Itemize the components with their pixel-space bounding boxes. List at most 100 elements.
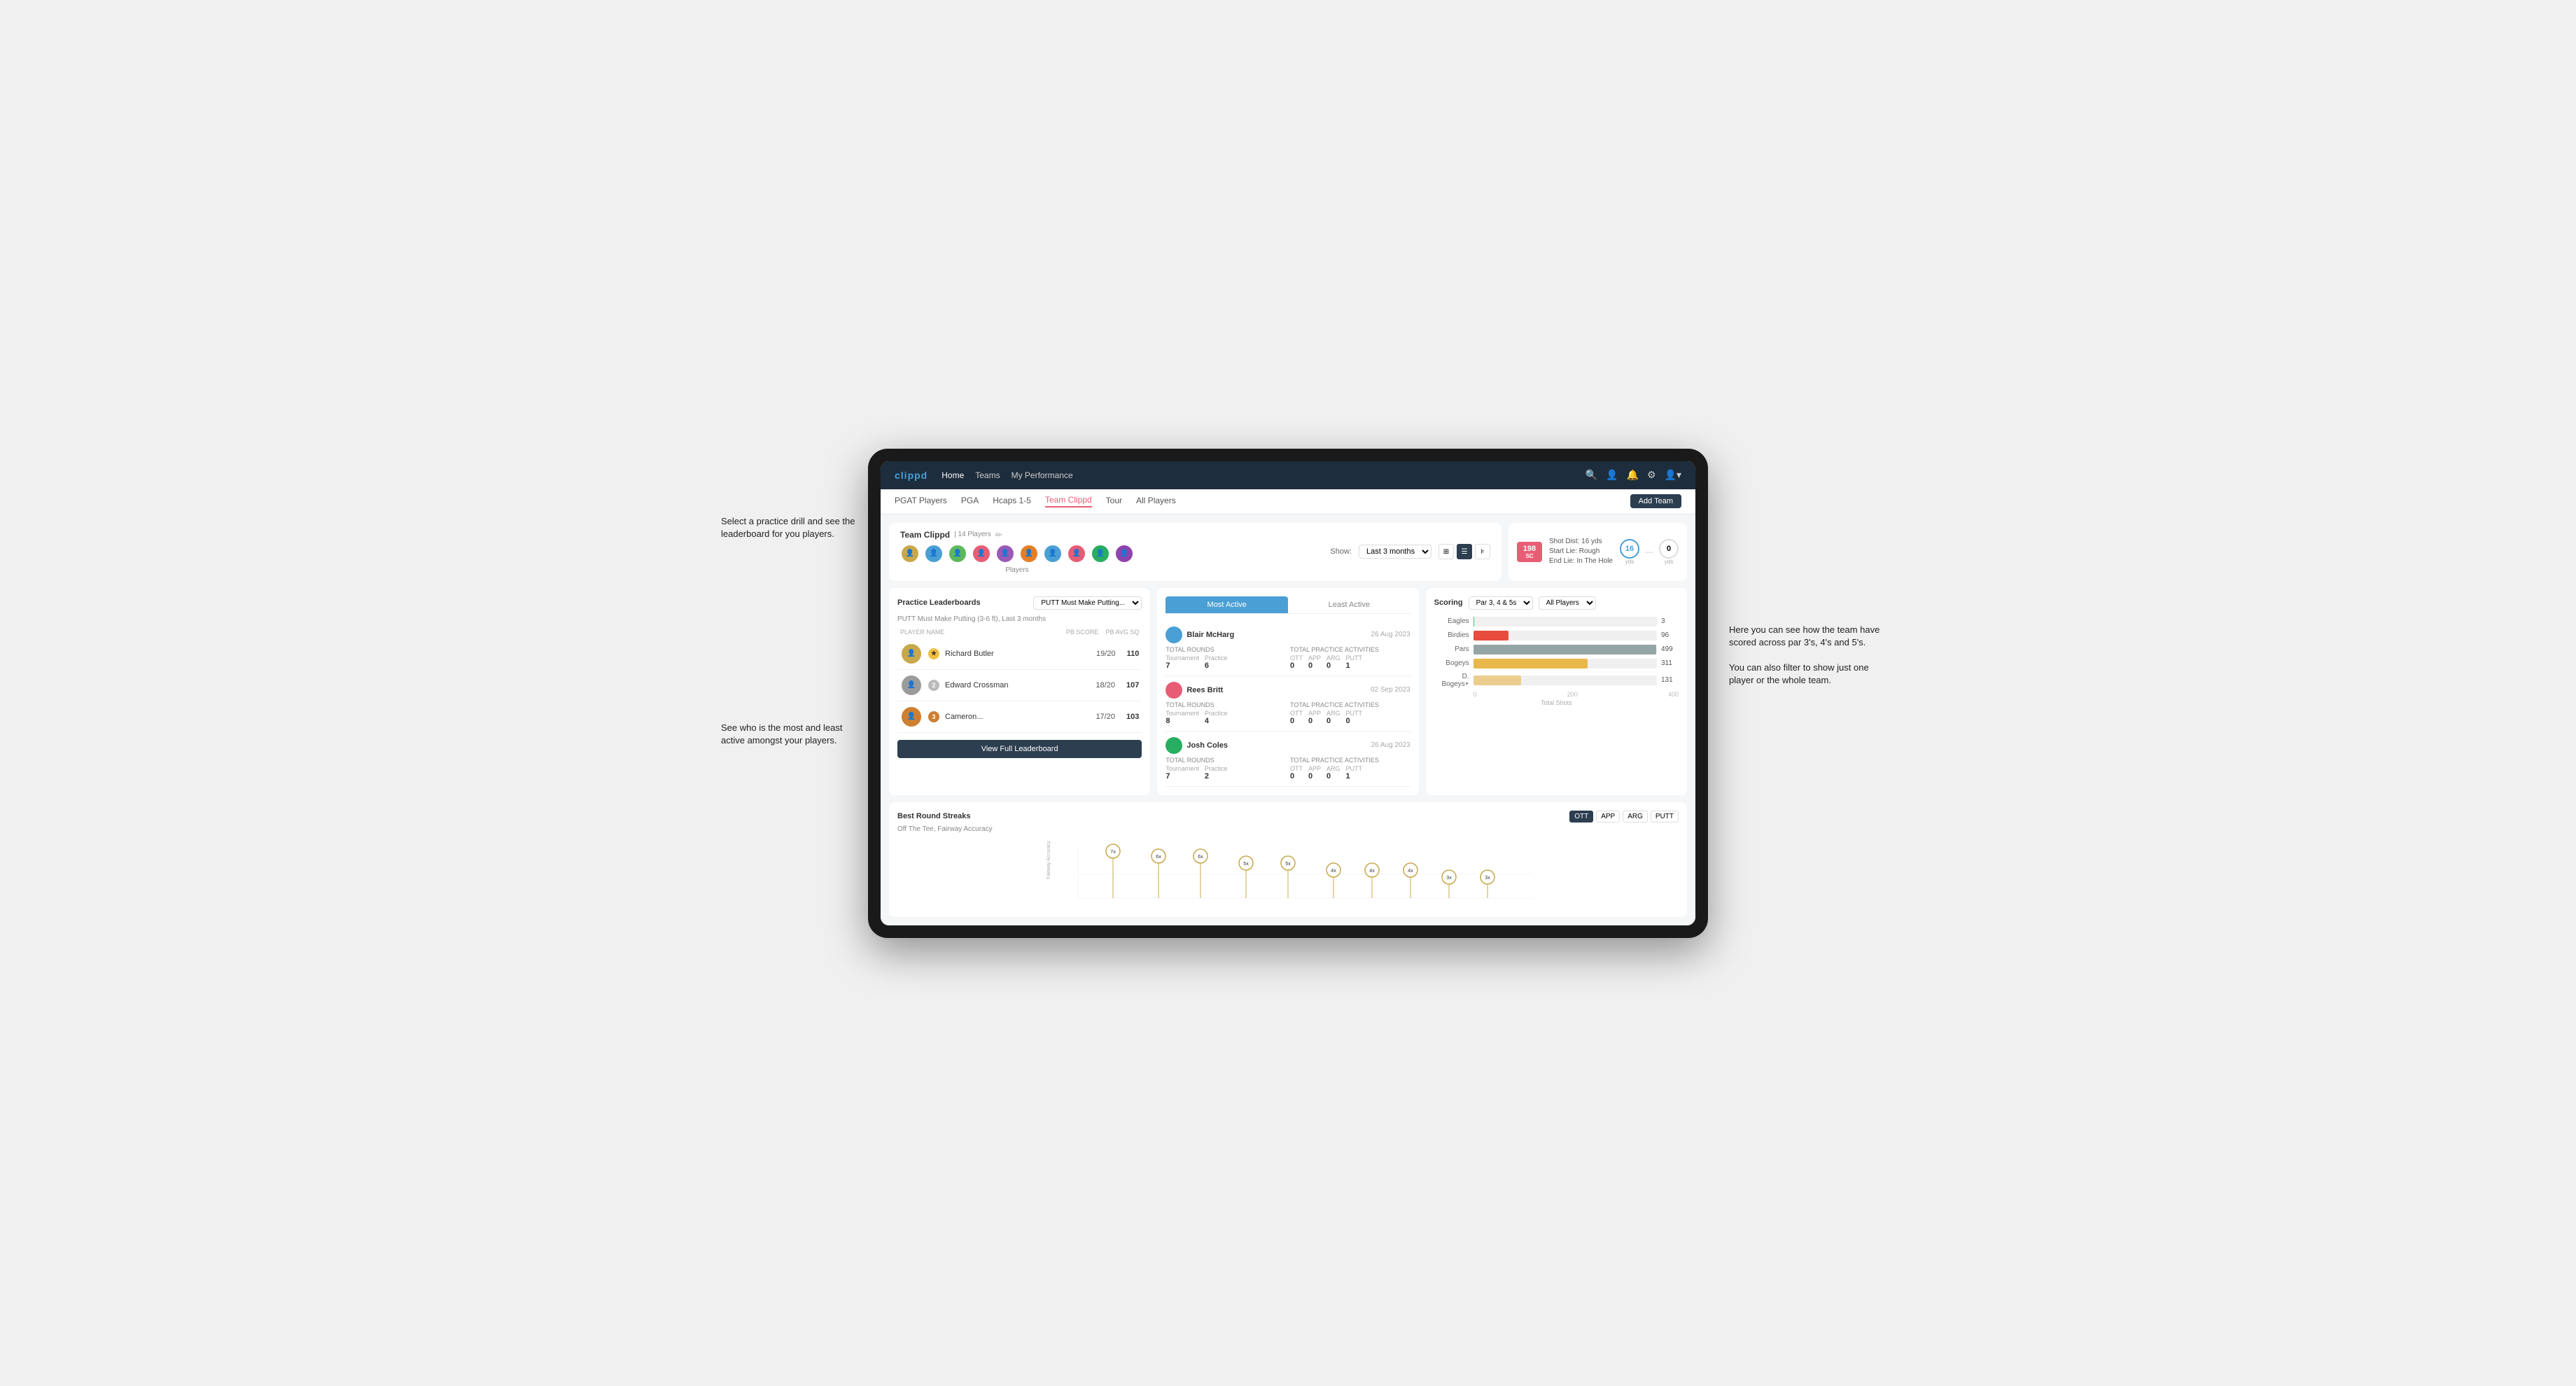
avatar[interactable]: 👤 (948, 544, 967, 564)
activity-stats-1: Total Rounds Tournament 7 Practice (1166, 646, 1410, 670)
svg-text:5x: 5x (1243, 862, 1249, 867)
btn-app[interactable]: APP (1596, 811, 1620, 822)
navbar-right: 🔍 👤 🔔 ⚙ 👤▾ (1586, 469, 1681, 481)
app-logo: clippd (895, 470, 927, 481)
avatar: 👤 (900, 643, 923, 665)
team-title: Team Clippd (900, 530, 950, 540)
annotation-top-right: Here you can see how the team have score… (1729, 624, 1883, 687)
bar-row-pars: Pars 499 (1434, 645, 1679, 654)
lb-row: 👤 ★ Richard Butler 19/20 110 (897, 638, 1142, 670)
avatar: 👤 (900, 706, 923, 728)
avatar[interactable]: 👤 (1091, 544, 1110, 564)
subnav-team-clippd[interactable]: Team Clippd (1045, 495, 1092, 507)
bar-row-d-bogeys: D. Bogeys+ 131 (1434, 673, 1679, 688)
streak-chart-svg: Fairway Accuracy 7x (897, 839, 1679, 909)
drill-select[interactable]: PUTT Must Make Putting... (1033, 596, 1142, 610)
search-icon[interactable]: 🔍 (1586, 469, 1597, 481)
avatar[interactable]: 👤 (1114, 544, 1134, 564)
btn-ott[interactable]: OTT (1569, 811, 1593, 822)
player-name-row: Blair McHarg (1166, 626, 1234, 643)
leaderboard-title: Practice Leaderboards (897, 598, 981, 607)
bar-value: 499 (1661, 645, 1679, 653)
player-activity-3: Josh Coles 26 Aug 2023 Total Rounds Tour… (1166, 732, 1410, 787)
tab-least-active[interactable]: Least Active (1288, 596, 1410, 613)
scoring-filter-players[interactable]: All Players (1539, 596, 1596, 610)
subnav-tour[interactable]: Tour (1106, 496, 1122, 507)
total-rounds-label: Total Rounds (1166, 646, 1286, 653)
bar-track (1474, 645, 1657, 654)
svg-text:Fairway Accuracy: Fairway Accuracy (1046, 840, 1051, 878)
score-num-2: 0 yds (1659, 539, 1679, 565)
bar-row-eagles: Eagles 3 (1434, 617, 1679, 626)
show-select[interactable]: Last 3 months Last 6 months Last year (1359, 545, 1432, 559)
avatar[interactable]: 👤 (1043, 544, 1063, 564)
subnav-all-players[interactable]: All Players (1136, 496, 1176, 507)
practice-activities-group: Total Practice Activities OTT0 APP0 ARG0… (1290, 757, 1410, 780)
tablet-frame: clippd Home Teams My Performance 🔍 👤 🔔 ⚙… (868, 449, 1708, 938)
practice-activities-label: Total Practice Activities (1290, 646, 1410, 653)
subnav-pga[interactable]: PGA (961, 496, 979, 507)
three-cols: Practice Leaderboards PUTT Must Make Put… (889, 588, 1687, 795)
subnav-hcaps[interactable]: Hcaps 1-5 (993, 496, 1031, 507)
player-score: 19/20 (1096, 650, 1116, 658)
edit-icon[interactable]: ✏ (995, 530, 1002, 540)
player-activity-1: Blair McHarg 26 Aug 2023 Total Rounds To (1166, 621, 1410, 676)
tab-most-active[interactable]: Most Active (1166, 596, 1288, 613)
player-avatar (1166, 737, 1182, 754)
bar-fill (1474, 676, 1522, 685)
leaderboard-header: Practice Leaderboards PUTT Must Make Put… (897, 596, 1142, 610)
player-name: Edward Crossman (945, 681, 1090, 690)
bar-value: 3 (1661, 617, 1679, 625)
active-card: Most Active Least Active Blair McHarg 26… (1157, 588, 1418, 795)
bell-icon[interactable]: 🔔 (1627, 469, 1639, 481)
avatar[interactable]: 👤 (1067, 544, 1086, 564)
player-name: Josh Coles (1186, 741, 1228, 750)
svg-text:4x: 4x (1408, 869, 1413, 874)
player-avg: 103 (1126, 713, 1139, 721)
svg-text:5x: 5x (1285, 862, 1291, 867)
bar-value: 311 (1661, 659, 1679, 667)
player-header-3: Josh Coles 26 Aug 2023 (1166, 737, 1410, 754)
bar-label: Birdies (1434, 631, 1469, 639)
avatar-icon[interactable]: 👤▾ (1665, 469, 1681, 481)
score-info: Shot Dist: 16 yds Start Lie: Rough End L… (1549, 537, 1613, 566)
bar-chart: Eagles 3 Birdies 96 Pars 499 Bogeys 311 (1434, 617, 1679, 688)
view-full-leaderboard-button[interactable]: View Full Leaderboard (897, 740, 1142, 758)
rank-badge-2: 2 (928, 680, 939, 691)
streaks-card: Best Round Streaks OTT APP ARG PUTT Off … (889, 802, 1687, 917)
bar-track (1474, 659, 1657, 668)
leaderboard-card: Practice Leaderboards PUTT Must Make Put… (889, 588, 1150, 795)
add-team-button[interactable]: Add Team (1630, 494, 1681, 508)
nav-my-performance[interactable]: My Performance (1011, 470, 1073, 480)
streaks-header: Best Round Streaks OTT APP ARG PUTT (897, 811, 1679, 822)
players-label: Players (1005, 566, 1028, 574)
bar-fill (1474, 659, 1588, 668)
scoring-header: Scoring Par 3, 4 & 5s All Players (1434, 596, 1679, 610)
avatar[interactable]: 👤 (924, 544, 944, 564)
player-name: Blair McHarg (1186, 631, 1234, 639)
avatar[interactable]: 👤 (972, 544, 991, 564)
person-icon[interactable]: 👤 (1606, 469, 1618, 481)
grid-view-icon[interactable]: ⊞ (1438, 544, 1454, 559)
player-name: Rees Britt (1186, 686, 1223, 694)
subnav-right: Add Team (1630, 494, 1681, 508)
btn-putt[interactable]: PUTT (1651, 811, 1679, 822)
lb-column-headers: PLAYER NAME PB SCORE PB AVG SQ (897, 629, 1142, 636)
scoring-filter-par[interactable]: Par 3, 4 & 5s (1469, 596, 1533, 610)
list-view-icon[interactable]: ☰ (1457, 544, 1472, 559)
filter-icon[interactable]: ⊧ (1475, 544, 1490, 559)
subnav-pgat[interactable]: PGAT Players (895, 496, 947, 507)
activity-stats-2: Total Rounds Tournament 8 Practice (1166, 701, 1410, 725)
show-label: Show: (1330, 547, 1352, 556)
nav-home[interactable]: Home (941, 470, 964, 480)
btn-arg[interactable]: ARG (1623, 811, 1648, 822)
settings-icon[interactable]: ⚙ (1647, 469, 1656, 481)
avatar[interactable]: 👤 (900, 544, 920, 564)
avatar[interactable]: 👤 (1019, 544, 1039, 564)
subnav: PGAT Players PGA Hcaps 1-5 Team Clippd T… (881, 489, 1695, 514)
total-rounds-group: Total Rounds Tournament 8 Practice (1166, 701, 1286, 725)
avatar[interactable]: 👤 (995, 544, 1015, 564)
streaks-title: Best Round Streaks (897, 812, 971, 820)
view-icons: ⊞ ☰ ⊧ (1438, 544, 1490, 559)
nav-teams[interactable]: Teams (975, 470, 1000, 480)
